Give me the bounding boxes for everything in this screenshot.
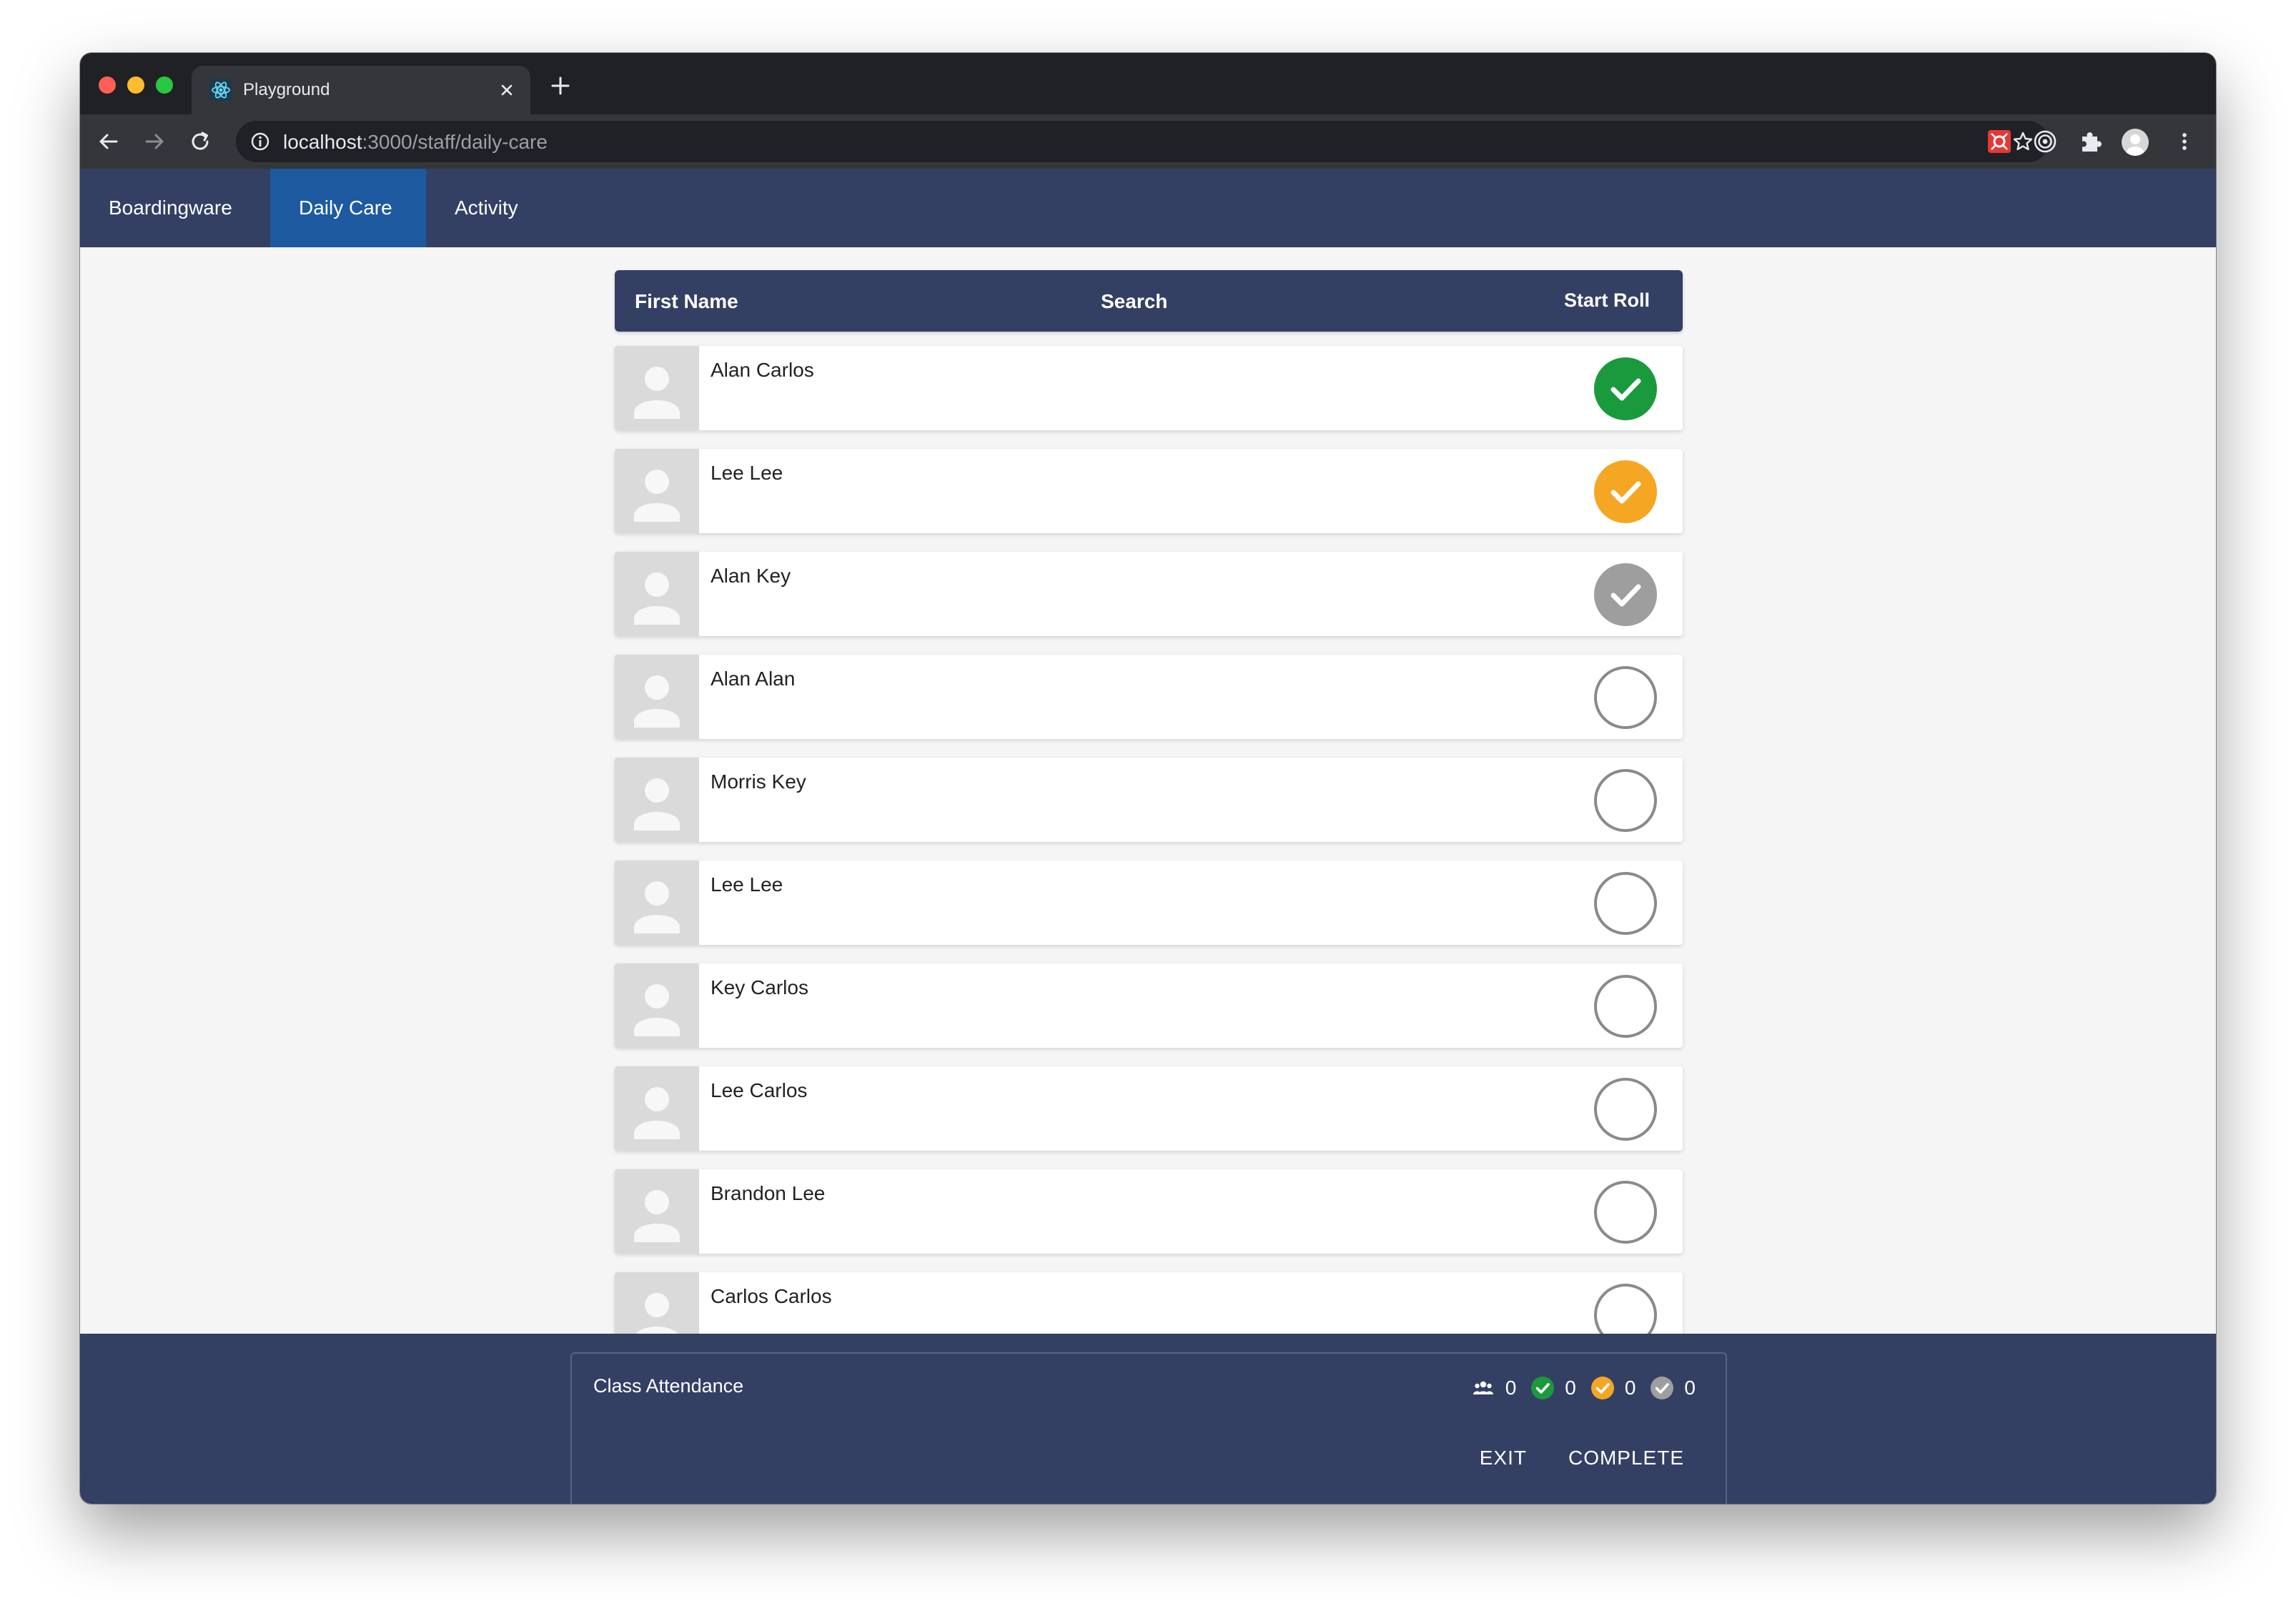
nav-brand[interactable]: Boardingware (80, 169, 261, 247)
maximize-window-button[interactable] (156, 76, 173, 94)
student-row[interactable]: Alan Carlos (615, 346, 1683, 430)
info-icon[interactable] (250, 132, 270, 152)
avatar-placeholder-icon (615, 449, 699, 533)
attendance-actions: EXIT COMPLETE (1438, 1447, 1684, 1469)
attendance-footer: Class Attendance 0 0 0 0 EXIT COMPLETE (80, 1334, 2216, 1504)
nav-item-daily-care[interactable]: Daily Care (270, 169, 426, 247)
avatar-placeholder-icon (615, 758, 699, 842)
list-header: First Name Search Start Roll (615, 270, 1683, 332)
address-bar[interactable]: localhost:3000/staff/daily-care (236, 121, 2049, 162)
avatar-placeholder-icon (615, 1169, 699, 1254)
student-name: Lee Lee (711, 462, 783, 484)
student-row[interactable]: Lee Carlos (615, 1066, 1683, 1151)
avatar-placeholder-icon (615, 963, 699, 1048)
roll-status-empty-button[interactable] (1594, 872, 1657, 935)
close-window-button[interactable] (99, 76, 116, 94)
late-count: 0 (1624, 1377, 1636, 1399)
student-row[interactable]: Alan Alan (615, 655, 1683, 739)
excused-check-icon (1650, 1376, 1674, 1400)
roll-status-empty-button[interactable] (1594, 1181, 1657, 1244)
student-name: Morris Key (711, 770, 806, 793)
react-icon (209, 78, 233, 102)
back-arrow-icon[interactable] (96, 129, 122, 154)
student-row[interactable]: Lee Lee (615, 449, 1683, 533)
browser-window: Playground localhost:3000/staff/daily-ca… (80, 53, 2216, 1504)
url-host: localhost (283, 131, 362, 153)
student-name: Carlos Carlos (711, 1285, 832, 1307)
student-name: Brandon Lee (711, 1182, 826, 1204)
roll-status-empty-button[interactable] (1594, 666, 1657, 729)
student-name: Alan Carlos (711, 359, 814, 381)
student-name: Lee Carlos (711, 1079, 808, 1101)
student-name: Lee Lee (711, 873, 783, 896)
first-name-sort[interactable]: First Name (635, 290, 738, 313)
avatar-placeholder-icon (615, 861, 699, 945)
roll-status-empty-button[interactable] (1594, 769, 1657, 832)
student-name: Alan Alan (711, 668, 796, 690)
present-count: 0 (1565, 1377, 1576, 1399)
avatar-placeholder-icon (615, 1066, 699, 1151)
search-button[interactable]: Search (1101, 290, 1167, 313)
student-row[interactable]: Lee Lee (615, 861, 1683, 945)
late-check-icon (1590, 1376, 1615, 1400)
total-count: 0 (1505, 1377, 1517, 1399)
student-row[interactable]: Morris Key (615, 758, 1683, 842)
student-name: Key Carlos (711, 976, 808, 998)
tab-bar: Playground (80, 53, 2216, 114)
main-content: First Name Search Start Roll Alan Carlos… (80, 247, 2216, 1504)
extension-red-icon[interactable] (1986, 128, 2013, 155)
app-navbar: Boardingware Daily Care Activity (80, 169, 2216, 247)
browser-toolbar: localhost:3000/staff/daily-care (80, 114, 2216, 169)
student-row[interactable]: Key Carlos (615, 963, 1683, 1048)
roll-status-late-button[interactable] (1594, 460, 1657, 523)
attendance-counts: 0 0 0 0 (1471, 1374, 1696, 1402)
roll-status-empty-button[interactable] (1594, 1078, 1657, 1141)
exit-button[interactable]: EXIT (1480, 1447, 1527, 1469)
roll-status-present-button[interactable] (1594, 357, 1657, 420)
people-icon (1471, 1376, 1495, 1400)
profile-avatar-icon[interactable] (2122, 129, 2149, 156)
complete-button[interactable]: COMPLETE (1568, 1447, 1684, 1469)
url-path: :3000/staff/daily-care (362, 131, 548, 153)
extensions-puzzle-icon[interactable] (2077, 128, 2104, 155)
excused-count: 0 (1684, 1377, 1696, 1399)
start-roll-button[interactable]: Start Roll (1564, 289, 1650, 312)
forward-arrow-icon[interactable] (142, 129, 167, 154)
roll-status-excused-button[interactable] (1594, 563, 1657, 626)
reload-icon[interactable] (187, 129, 213, 154)
attendance-title: Class Attendance (593, 1375, 744, 1397)
attendance-panel: Class Attendance 0 0 0 0 EXIT COMPLETE (570, 1352, 1727, 1504)
extension-target-icon[interactable] (2032, 128, 2059, 155)
url-text: localhost:3000/staff/daily-care (283, 131, 548, 154)
avatar-placeholder-icon (615, 346, 699, 430)
more-vertical-icon[interactable] (2172, 129, 2197, 154)
avatar-placeholder-icon (615, 552, 699, 636)
student-row[interactable]: Alan Key (615, 552, 1683, 636)
roll-status-empty-button[interactable] (1594, 975, 1657, 1038)
student-row[interactable]: Brandon Lee (615, 1169, 1683, 1254)
present-check-icon (1530, 1376, 1555, 1400)
browser-tab[interactable]: Playground (192, 66, 530, 114)
student-name: Alan Key (711, 565, 791, 587)
close-icon[interactable] (496, 79, 518, 101)
tab-title: Playground (243, 80, 330, 99)
minimize-window-button[interactable] (127, 76, 144, 94)
new-tab-icon[interactable] (549, 74, 572, 97)
avatar-placeholder-icon (615, 655, 699, 739)
nav-item-activity[interactable]: Activity (426, 169, 547, 247)
